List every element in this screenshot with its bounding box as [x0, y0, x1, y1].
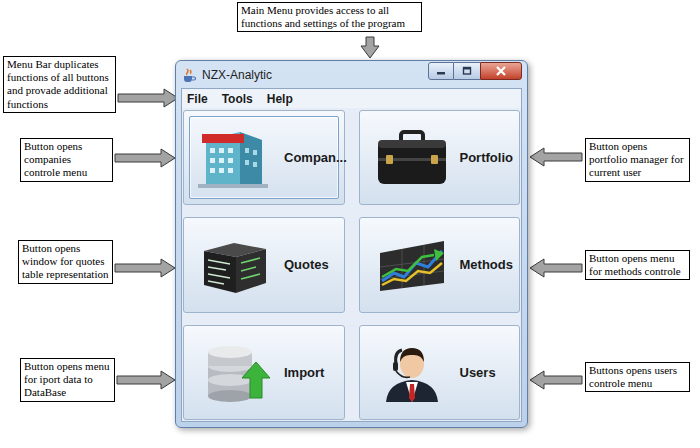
menu-item[interactable]: Help [266, 90, 294, 108]
close-button[interactable] [480, 62, 522, 80]
menu-button[interactable]: Compan... [183, 110, 345, 205]
button-label: Users [460, 363, 496, 383]
button-label: Compan... [284, 148, 347, 168]
minimize-icon [436, 66, 446, 76]
pointer-arrow-icon [115, 259, 175, 277]
minimize-button[interactable] [428, 62, 454, 80]
button-label: Portfolio [460, 148, 513, 168]
menu-item[interactable]: Tools [221, 90, 254, 108]
menu-button[interactable]: Portfolio [359, 110, 521, 205]
pointer-arrow-icon [530, 259, 582, 277]
chart-icon [372, 233, 452, 297]
building-icon [196, 126, 276, 190]
java-cup-icon [181, 67, 197, 83]
callout-box: Button opens menu for methods controle [585, 250, 690, 280]
menu-button[interactable]: Users [359, 325, 521, 420]
callout-box: Main Menu provides access to all functio… [237, 2, 422, 32]
callout-box: Button opens window for quotes table rep… [18, 240, 113, 284]
briefcase-icon [372, 126, 452, 190]
menu-item[interactable]: File [186, 90, 209, 108]
app-window: NZX-Analytic File Tools Help Compan... Port… [175, 60, 528, 428]
pointer-arrow-icon [530, 148, 582, 166]
user-icon [372, 340, 452, 404]
button-label: Methods [460, 255, 513, 275]
menu-button[interactable]: Import [183, 325, 345, 420]
menu-bar: File Tools Help [182, 89, 521, 108]
quotes-cube-icon [196, 233, 276, 297]
maximize-button[interactable] [454, 62, 480, 80]
pointer-arrow-icon [118, 89, 178, 107]
database-import-icon [196, 340, 276, 404]
button-grid: Compan... Portfolio Quotes Methods Import Use… [182, 108, 521, 421]
pointer-arrow-icon [361, 37, 379, 58]
close-icon [495, 66, 507, 76]
menu-button[interactable]: Methods [359, 217, 521, 312]
callout-box: Button opens portfolio manager for curre… [585, 138, 690, 182]
button-label: Quotes [284, 255, 329, 275]
menu-button[interactable]: Quotes [183, 217, 345, 312]
maximize-icon [462, 66, 472, 76]
button-label: Import [284, 363, 324, 383]
callout-box: Button opens companies controle menu [20, 138, 113, 182]
client-area: File Tools Help Compan... Portfolio Quotes Me… [181, 88, 522, 422]
title-bar: NZX-Analytic [181, 61, 522, 88]
callout-box: Button opens menu for iport data to Data… [20, 358, 115, 402]
window-title: NZX-Analytic [202, 66, 272, 84]
pointer-arrow-icon [530, 371, 582, 389]
window-controls [428, 62, 522, 80]
callout-box: Menu Bar duplicates functions of all but… [3, 56, 116, 113]
diagram-canvas: Main Menu provides access to all functio… [0, 0, 700, 448]
callout-box: Buttons opens users controle menu [585, 362, 690, 392]
pointer-arrow-icon [115, 149, 175, 167]
pointer-arrow-icon [117, 371, 175, 389]
